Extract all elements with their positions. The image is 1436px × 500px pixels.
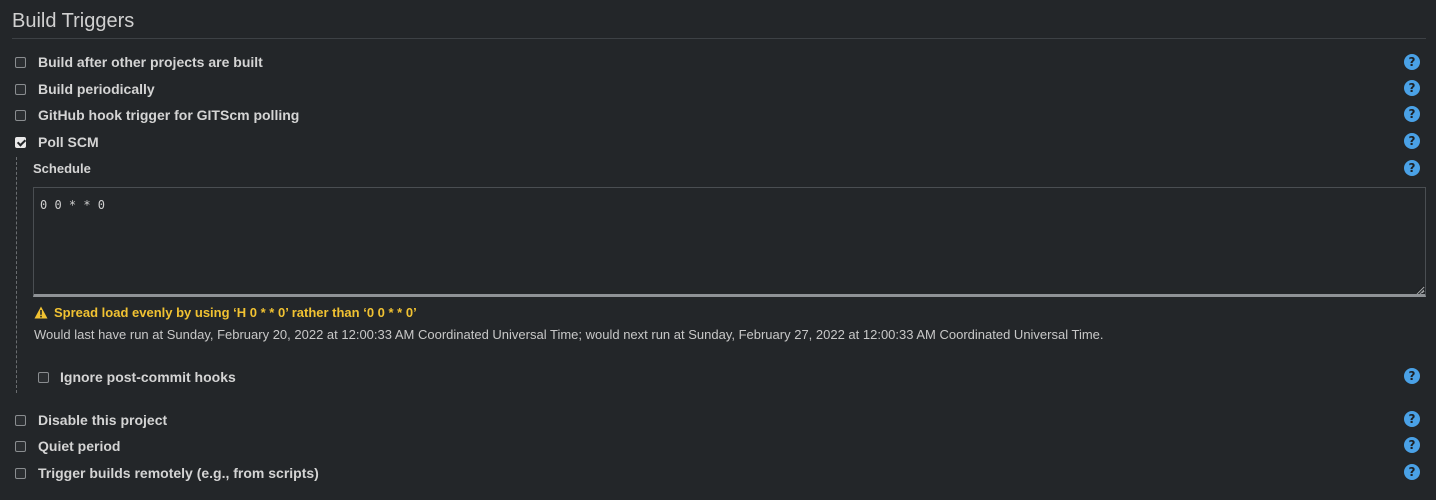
schedule-run-info: Would last have run at Sunday, February … (34, 327, 1104, 342)
schedule-textarea[interactable] (33, 187, 1426, 297)
trigger-remotely-label[interactable]: Trigger builds remotely (e.g., from scri… (38, 465, 319, 481)
poll-scm-checkbox[interactable] (15, 136, 26, 148)
help-build-after-other-icon[interactable]: ? (1404, 54, 1420, 70)
option-ignore-post-commit-hooks: Ignore post-commit hooks (38, 367, 236, 387)
quiet-period-label[interactable]: Quiet period (38, 438, 120, 454)
schedule-warning: Spread load evenly by using ‘H 0 * * 0’ … (34, 305, 417, 320)
warning-text: Spread load evenly by using ‘H 0 * * 0’ … (54, 305, 417, 320)
trigger-remotely-checkbox[interactable] (15, 467, 26, 479)
trigger-build-periodically: Build periodically (15, 79, 155, 99)
poll-scm-label[interactable]: Poll SCM (38, 134, 99, 150)
help-schedule-icon[interactable]: ? (1404, 160, 1420, 176)
github-hook-label[interactable]: GitHub hook trigger for GITScm polling (38, 107, 299, 123)
build-after-other-label[interactable]: Build after other projects are built (38, 54, 263, 70)
schedule-label: Schedule (33, 161, 91, 176)
disable-project-checkbox[interactable] (15, 414, 26, 426)
trigger-quiet-period: Quiet period (15, 436, 120, 456)
trigger-disable-project: Disable this project (15, 410, 167, 430)
trigger-build-after-other: Build after other projects are built (15, 52, 263, 72)
quiet-period-checkbox[interactable] (15, 440, 26, 452)
warning-triangle-icon (34, 306, 48, 319)
nested-config-guide (16, 157, 17, 393)
trigger-builds-remotely: Trigger builds remotely (e.g., from scri… (15, 463, 319, 483)
build-periodically-checkbox[interactable] (15, 83, 26, 95)
build-periodically-label[interactable]: Build periodically (38, 81, 155, 97)
help-disable-project-icon[interactable]: ? (1404, 411, 1420, 427)
help-build-periodically-icon[interactable]: ? (1404, 80, 1420, 96)
section-divider (12, 38, 1426, 39)
trigger-github-hook: GitHub hook trigger for GITScm polling (15, 105, 299, 125)
help-ignore-hooks-icon[interactable]: ? (1404, 368, 1420, 384)
help-poll-scm-icon[interactable]: ? (1404, 133, 1420, 149)
github-hook-checkbox[interactable] (15, 109, 26, 121)
build-after-other-checkbox[interactable] (15, 56, 26, 68)
trigger-poll-scm: Poll SCM (15, 132, 99, 152)
help-quiet-period-icon[interactable]: ? (1404, 437, 1420, 453)
ignore-hooks-checkbox[interactable] (38, 371, 49, 383)
help-github-hook-icon[interactable]: ? (1404, 106, 1420, 122)
disable-project-label[interactable]: Disable this project (38, 412, 167, 428)
section-title: Build Triggers (12, 10, 135, 32)
help-trigger-remotely-icon[interactable]: ? (1404, 464, 1420, 480)
build-triggers-panel: Build Triggers Build after other project… (0, 0, 1436, 500)
ignore-hooks-label[interactable]: Ignore post-commit hooks (60, 369, 236, 385)
